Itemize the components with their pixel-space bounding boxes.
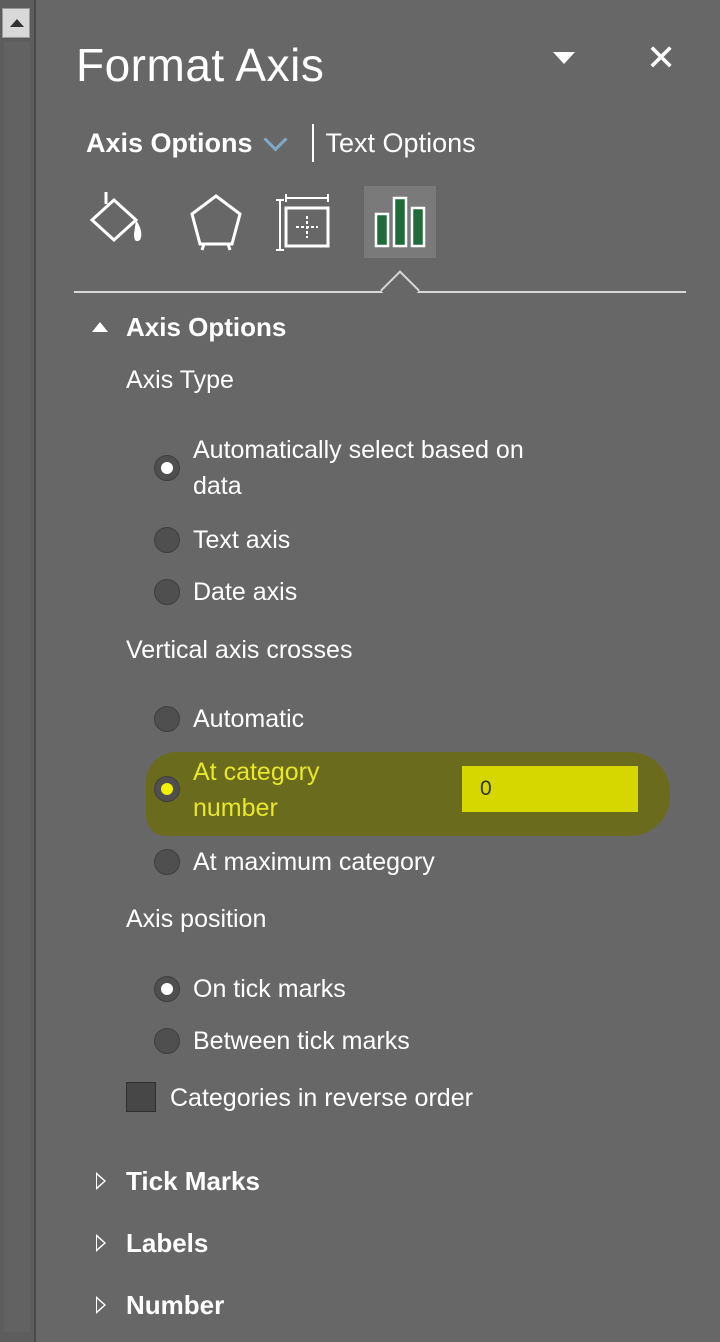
section-tick-marks[interactable]: Tick Marks: [126, 1166, 260, 1197]
vertical-axis-crosses-label: Vertical axis crosses: [126, 636, 353, 664]
chevron-down-icon[interactable]: [263, 126, 288, 152]
category-icon-row: [80, 186, 460, 258]
radio-text-axis[interactable]: [154, 527, 180, 553]
scroll-track[interactable]: [4, 42, 30, 1332]
close-icon[interactable]: ✕: [646, 38, 676, 78]
expand-triangle-icon[interactable]: [96, 1234, 106, 1252]
bar-chart-icon[interactable]: [364, 186, 436, 258]
size-properties-icon[interactable]: [272, 186, 344, 258]
vertical-scrollbar[interactable]: [0, 0, 36, 1342]
expand-triangle-icon[interactable]: [96, 1296, 106, 1314]
pentagon-effects-icon[interactable]: [180, 186, 252, 258]
radio-between-tick-marks-label[interactable]: Between tick marks: [193, 1023, 410, 1059]
radio-date-axis-label[interactable]: Date axis: [193, 574, 297, 610]
radio-between-tick-marks[interactable]: [154, 1028, 180, 1054]
icon-row-divider: [74, 291, 686, 293]
tab-text-options[interactable]: Text Options: [326, 128, 476, 159]
radio-at-maximum-category-label[interactable]: At maximum category: [193, 844, 435, 880]
radio-on-tick-marks-label[interactable]: On tick marks: [193, 971, 346, 1007]
axis-position-label: Axis position: [126, 905, 267, 933]
radio-text-axis-label[interactable]: Text axis: [193, 522, 290, 558]
radio-automatic-label[interactable]: Automatic: [193, 701, 304, 737]
radio-auto-select-label[interactable]: Automatically select based on data: [193, 432, 524, 504]
axis-type-label: Axis Type: [126, 366, 234, 394]
tab-axis-options[interactable]: Axis Options: [86, 128, 253, 159]
section-labels[interactable]: Labels: [126, 1228, 208, 1259]
radio-date-axis[interactable]: [154, 579, 180, 605]
radio-at-category-number-label[interactable]: At category number: [193, 754, 319, 826]
paint-bucket-icon[interactable]: [84, 186, 156, 258]
radio-at-maximum-category[interactable]: [154, 849, 180, 875]
tab-separator: [311, 124, 314, 162]
reverse-order-label[interactable]: Categories in reverse order: [170, 1080, 473, 1116]
radio-auto-select[interactable]: [154, 455, 180, 481]
pane-options-dropdown-icon[interactable]: [553, 52, 575, 64]
format-axis-pane: Format Axis ✕ Axis Options Text Options: [0, 0, 720, 1342]
radio-at-category-number[interactable]: [154, 776, 180, 802]
category-number-input[interactable]: 0: [462, 766, 638, 812]
options-tabs: Axis Options Text Options: [86, 124, 476, 162]
selected-tab-pointer: [380, 270, 420, 310]
scroll-up-button[interactable]: [2, 8, 30, 38]
section-axis-options[interactable]: Axis Options: [126, 312, 286, 343]
radio-on-tick-marks[interactable]: [154, 976, 180, 1002]
reverse-order-checkbox[interactable]: [126, 1082, 156, 1112]
pane-title: Format Axis: [76, 39, 325, 91]
radio-automatic[interactable]: [154, 706, 180, 732]
section-number[interactable]: Number: [126, 1290, 224, 1321]
expand-triangle-icon[interactable]: [96, 1172, 106, 1190]
collapse-triangle-icon[interactable]: [92, 322, 108, 332]
